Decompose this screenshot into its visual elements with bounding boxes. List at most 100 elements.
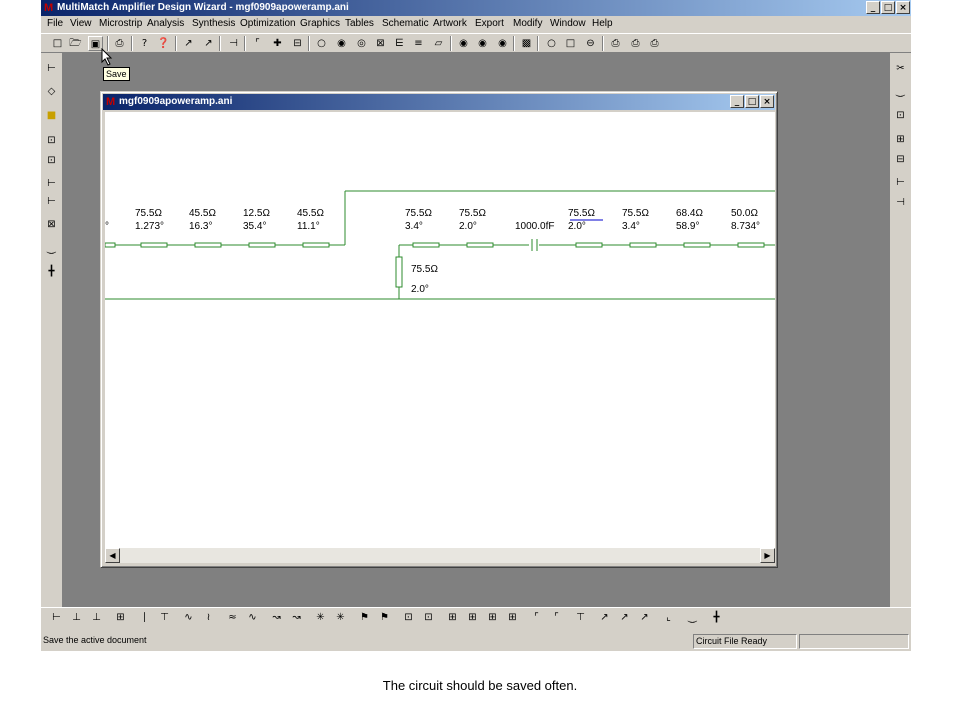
stub-segment[interactable] — [395, 256, 403, 288]
menu-microstrip[interactable]: Microstrip — [99, 18, 142, 29]
transistor-icon[interactable]: ⊡ — [421, 610, 436, 625]
wire-icon[interactable]: ⌜ — [529, 610, 544, 625]
shunt-capacitor-icon[interactable]: ⊤ — [157, 610, 172, 625]
child-minimize-button[interactable]: _ — [730, 95, 744, 108]
insert-icon[interactable]: ⊣ — [226, 36, 241, 51]
diode-icon[interactable]: ↝ — [269, 610, 284, 625]
menu-synthesis[interactable]: Synthesis — [192, 18, 235, 29]
schematic-canvas[interactable]: ° 75.5Ω 1.273° 45.5Ω 16.3° 12.5Ω 35.4° 4… — [105, 112, 775, 548]
help-icon[interactable]: ? — [137, 36, 152, 51]
gear-icon[interactable]: ✳ — [313, 610, 328, 625]
schematic-window-titlebar[interactable]: M mgf0909apoweramp.ani _ □ × — [103, 94, 775, 110]
microstrip-segment[interactable] — [194, 242, 222, 248]
maximize-button[interactable]: □ — [881, 1, 895, 14]
app-titlebar[interactable]: M MultiMatch Amplifier Design Wizard - m… — [41, 0, 911, 16]
component-icon[interactable]: ⊞ — [505, 610, 520, 625]
cir-icon[interactable]: ⊡ — [44, 133, 59, 148]
transistor-icon[interactable]: ⊡ — [401, 610, 416, 625]
wire-icon[interactable]: ⌜ — [250, 36, 265, 51]
minimize-button[interactable]: _ — [866, 1, 880, 14]
print-icon[interactable]: ⎙ — [647, 36, 662, 51]
menu-schematic[interactable]: Schematic — [382, 18, 429, 29]
menu-export[interactable]: Export — [475, 18, 504, 29]
tee-icon[interactable]: ╋ — [44, 264, 59, 279]
series-capacitor-icon[interactable]: ∣ — [137, 610, 152, 625]
transformer-icon[interactable]: ≈ — [225, 610, 240, 625]
flag-icon[interactable]: ⚑ — [377, 610, 392, 625]
menu-artwork[interactable]: Artwork — [433, 18, 467, 29]
menu-view[interactable]: View — [70, 18, 92, 29]
menu-window[interactable]: Window — [550, 18, 586, 29]
cil-icon[interactable]: ⊡ — [44, 153, 59, 168]
component-icon[interactable]: ⊞ — [445, 610, 460, 625]
equal-icon[interactable]: ≡ — [411, 36, 426, 51]
print-icon[interactable]: ⎙ — [112, 36, 127, 51]
open-folder-icon[interactable]: 🗁 — [68, 36, 83, 51]
circle-icon[interactable]: ◉ — [475, 36, 490, 51]
arrow-icon[interactable]: ↗ — [617, 610, 632, 625]
menu-graphics[interactable]: Graphics — [300, 18, 340, 29]
circle-icon[interactable]: ◉ — [495, 36, 510, 51]
menu-modify[interactable]: Modify — [513, 18, 542, 29]
cross-box-icon[interactable]: ⊠ — [373, 36, 388, 51]
menu-analysis[interactable]: Analysis — [147, 18, 184, 29]
shape-icon[interactable]: ▱ — [431, 36, 446, 51]
microstrip-segment[interactable] — [248, 242, 276, 248]
series-resistor-icon[interactable]: ⊞ — [113, 610, 128, 625]
gear-icon[interactable]: ✳ — [333, 610, 348, 625]
ind-icon[interactable]: ⊢ — [44, 176, 59, 191]
series-line-icon[interactable]: ⊢ — [49, 610, 64, 625]
square-icon[interactable]: □ — [563, 36, 578, 51]
box-icon[interactable]: ⊟ — [290, 36, 305, 51]
whats-this-icon[interactable]: ❓ — [156, 36, 171, 51]
component-icon[interactable]: ⊞ — [485, 610, 500, 625]
series-inductor-icon[interactable]: ∿ — [181, 610, 196, 625]
port-in-icon[interactable]: ⊢ — [893, 175, 908, 190]
flag-icon[interactable]: ⚑ — [357, 610, 372, 625]
wire-icon[interactable]: ⌜ — [549, 610, 564, 625]
microstrip-segment[interactable] — [737, 242, 765, 248]
cross-icon[interactable]: ✚ — [270, 36, 285, 51]
microstrip-segment[interactable] — [105, 242, 116, 248]
box-icon[interactable]: ⊡ — [893, 108, 908, 123]
node-icon[interactable]: ◇ — [44, 84, 59, 99]
ground-icon[interactable]: ⏝ — [44, 241, 59, 256]
menu-tables[interactable]: Tables — [345, 18, 374, 29]
microstrip-segment[interactable] — [629, 242, 657, 248]
microstrip-segment[interactable] — [302, 242, 330, 248]
microstrip-segment[interactable] — [683, 242, 711, 248]
menu-help[interactable]: Help — [592, 18, 613, 29]
circle-icon[interactable]: ◉ — [456, 36, 471, 51]
diode-icon[interactable]: ↝ — [289, 610, 304, 625]
scroll-left-icon[interactable]: ◀ — [105, 548, 120, 563]
ground-icon[interactable]: ⏝ — [893, 84, 908, 99]
horizontal-scrollbar[interactable]: ◀ ▶ — [105, 548, 775, 563]
pointer-b-icon[interactable]: ↗ — [201, 36, 216, 51]
microstrip-segment[interactable] — [575, 242, 603, 248]
component-icon[interactable]: ⊠ — [44, 217, 59, 232]
print-icon[interactable]: ⎙ — [608, 36, 623, 51]
probe-icon[interactable]: ⌞ — [661, 610, 676, 625]
print-icon[interactable]: ⎙ — [628, 36, 643, 51]
close-button[interactable]: × — [896, 1, 910, 14]
minus-box-icon[interactable]: ⊟ — [893, 152, 908, 167]
scroll-right-icon[interactable]: ▶ — [760, 548, 775, 563]
child-maximize-button[interactable]: □ — [745, 95, 759, 108]
link-icon[interactable]: ⊤ — [573, 610, 588, 625]
circle-icon[interactable]: ◎ — [354, 36, 369, 51]
plus-box-icon[interactable]: ⊞ — [893, 132, 908, 147]
open-stub-icon[interactable]: ⊥ — [89, 610, 104, 625]
coupled-icon[interactable]: ∿ — [245, 610, 260, 625]
arrow-icon[interactable]: ↗ — [597, 610, 612, 625]
arrow-icon[interactable]: ↗ — [637, 610, 652, 625]
yellow-square-icon[interactable]: ■ — [44, 108, 59, 123]
circle-icon[interactable]: ○ — [314, 36, 329, 51]
pointer-a-icon[interactable]: ↗ — [181, 36, 196, 51]
microstrip-segment[interactable] — [140, 242, 168, 248]
amplifier-icon[interactable]: ▩ — [519, 36, 534, 51]
ground-icon[interactable]: ⏝ — [685, 610, 700, 625]
stub-icon[interactable]: ⊢ — [44, 194, 59, 209]
new-document-icon[interactable]: □ — [50, 36, 65, 51]
port-out-icon[interactable]: ⊣ — [893, 195, 908, 210]
microstrip-segment[interactable] — [412, 242, 440, 248]
